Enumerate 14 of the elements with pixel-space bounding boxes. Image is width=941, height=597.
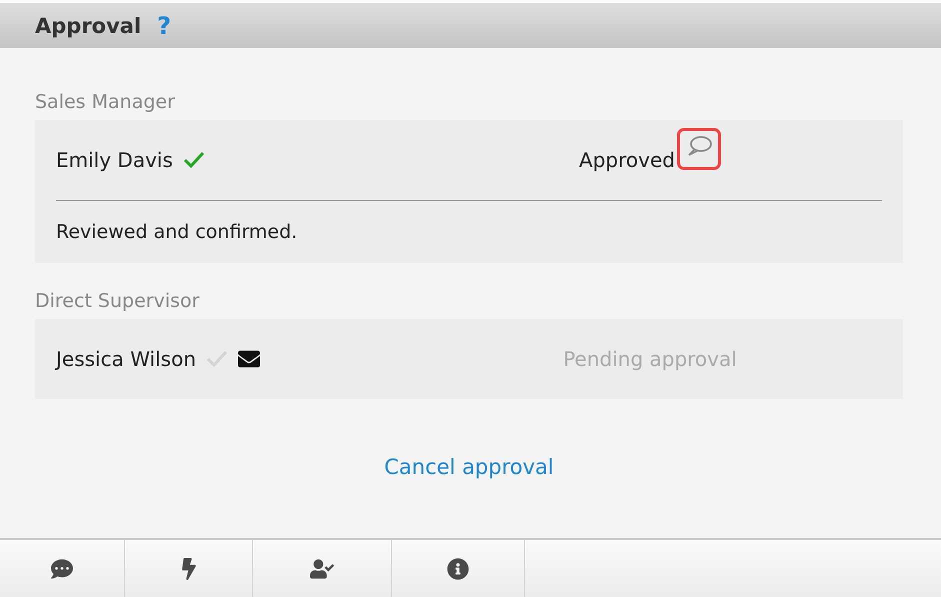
- comment-icon: [51, 558, 73, 580]
- approver-name: Emily Davis: [56, 148, 173, 172]
- cancel-approval-link[interactable]: Cancel approval: [384, 455, 554, 479]
- approval-status: Pending approval: [563, 347, 737, 371]
- approval-comment: Reviewed and confirmed.: [56, 220, 298, 245]
- role-label: Direct Supervisor: [35, 289, 200, 314]
- comment-icon[interactable]: [686, 135, 712, 157]
- user-check-icon: [310, 556, 334, 580]
- info-icon: [447, 558, 469, 580]
- approval-status: Approved: [579, 148, 675, 172]
- panel-title: Approval: [35, 14, 142, 38]
- approver-name: Jessica Wilson: [56, 347, 196, 371]
- role-label: Sales Manager: [35, 90, 176, 115]
- help-link[interactable]: ?: [157, 12, 172, 40]
